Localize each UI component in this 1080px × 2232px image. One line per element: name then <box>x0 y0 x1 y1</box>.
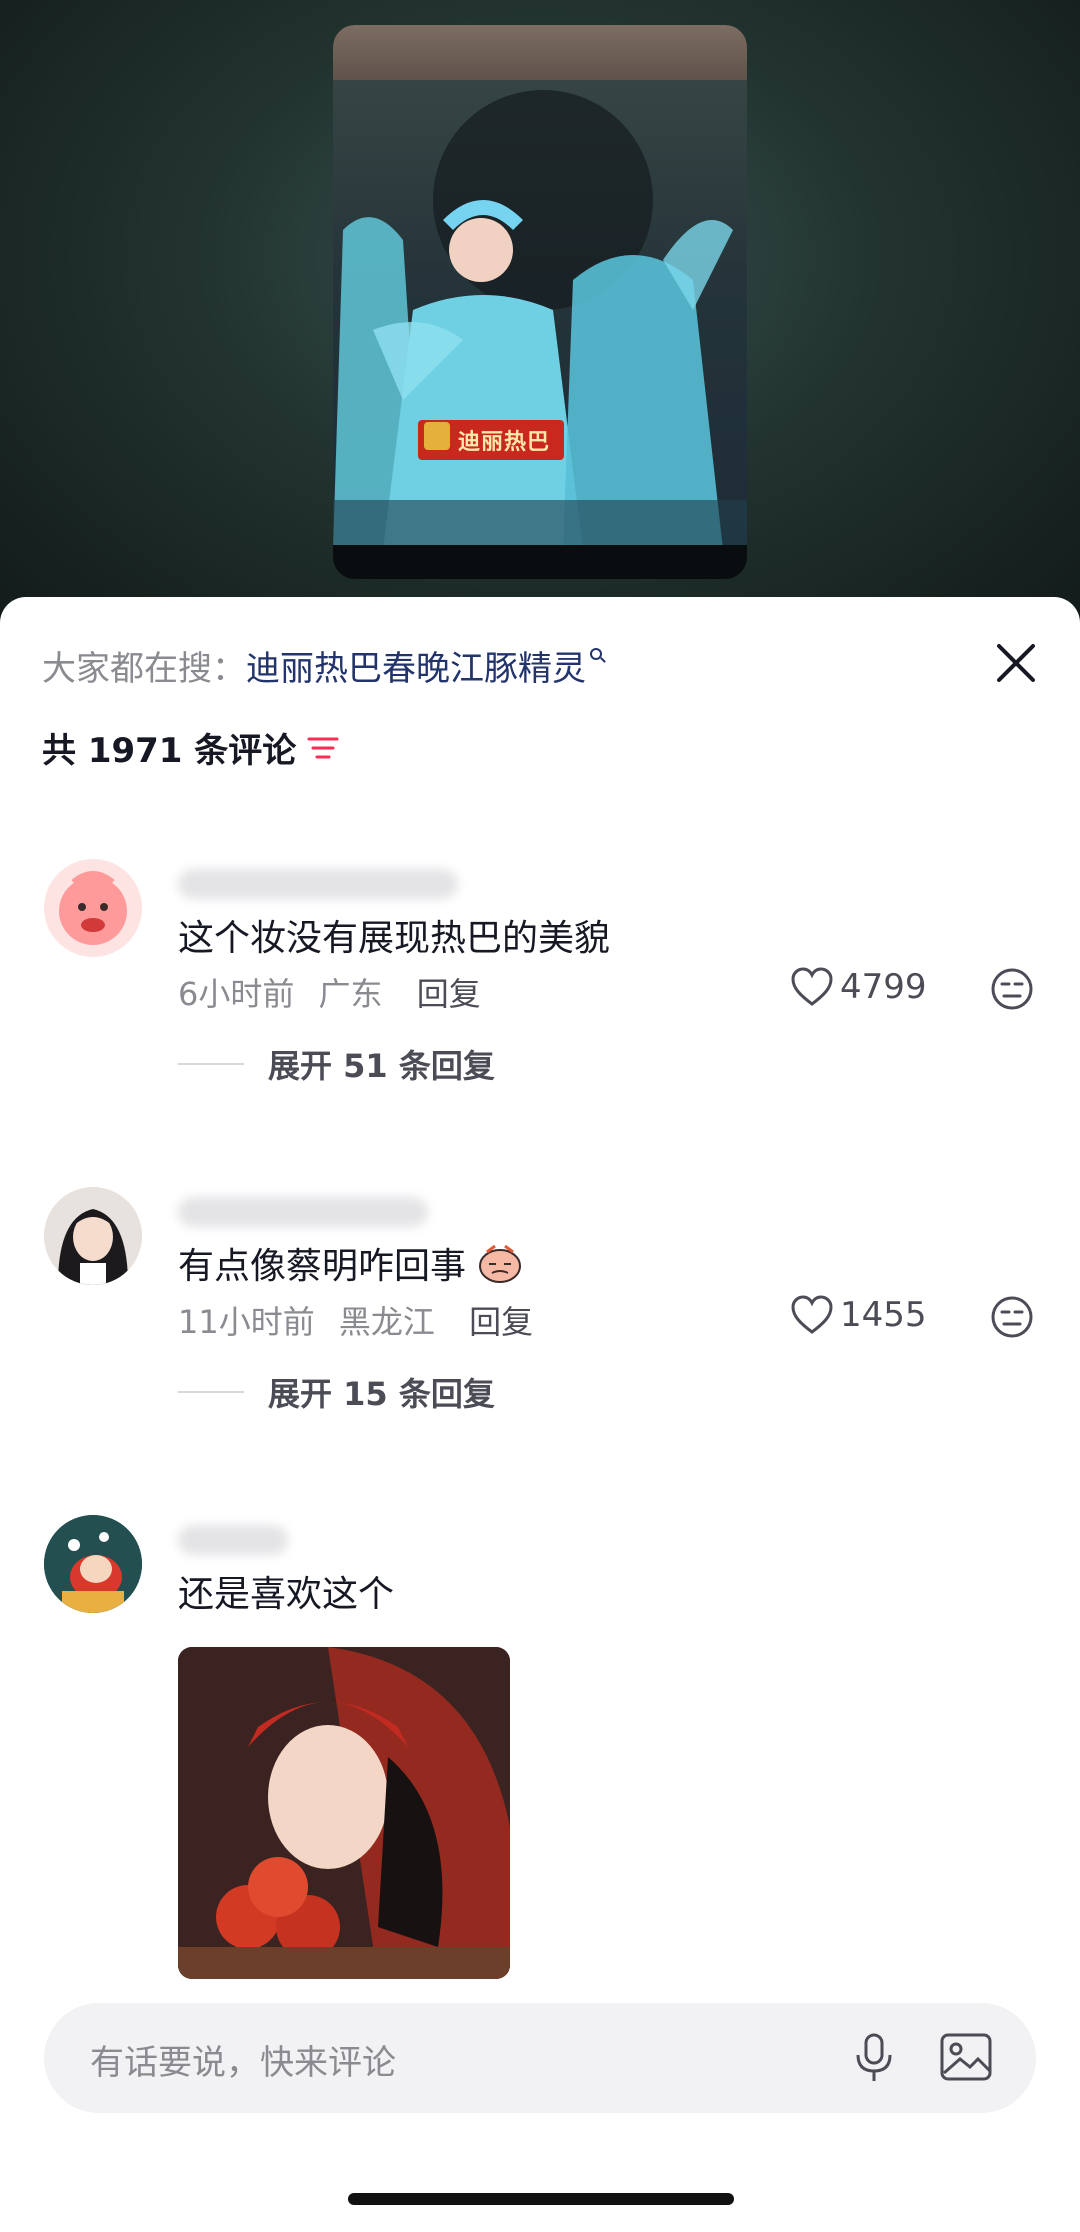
trending-search-term[interactable]: 迪丽热巴春晚江豚精灵 <box>246 641 586 690</box>
video-thumbnail[interactable]: 迪丽热巴 <box>333 25 747 579</box>
comment-text: 有点像蔡明咋回事 <box>178 1246 467 1287</box>
dislike-icon[interactable] <box>990 967 1034 1011</box>
comment-input[interactable]: 有话要说，快来评论 <box>44 2003 1036 2113</box>
avatar[interactable] <box>44 859 142 957</box>
comment-input-placeholder: 有话要说，快来评论 <box>90 2043 396 2083</box>
comment-text: 还是喜欢这个 <box>178 1574 395 1615</box>
video-bottom-band <box>333 545 747 579</box>
comments-panel: 大家都在搜： 迪丽热巴春晚江豚精灵 共 1971 条评论 这个妆没有展现热巴的美… <box>0 597 1080 2232</box>
expand-divider <box>178 1063 244 1065</box>
expand-divider <box>178 1391 244 1393</box>
comment-count-header: 共 1971 条评论 <box>42 723 340 772</box>
comment-time: 6小时前 <box>178 975 295 1013</box>
dislike-icon[interactable] <box>990 1295 1034 1339</box>
avatar[interactable] <box>44 1515 142 1613</box>
image-picker-icon[interactable] <box>936 2027 996 2087</box>
avatar[interactable] <box>44 1187 142 1285</box>
expand-replies-label: 展开 51 条回复 <box>268 1047 495 1085</box>
expand-replies-button[interactable]: 展开 51 条回复 <box>178 1041 495 1087</box>
sort-icon[interactable] <box>306 733 340 763</box>
dancers-illustration <box>333 90 747 572</box>
comment-text-row: 有点像蔡明咋回事 <box>178 1237 523 1289</box>
trending-search[interactable]: 大家都在搜： 迪丽热巴春晚江豚精灵 <box>42 641 602 690</box>
search-icon <box>590 647 602 660</box>
heart-icon <box>791 967 833 1006</box>
avatar-illustration <box>44 1515 142 1613</box>
video-top-band <box>333 25 747 85</box>
home-indicator[interactable] <box>348 2193 734 2205</box>
comment-meta: 11小时前 黑龙江 回复 <box>178 1297 533 1343</box>
like-button[interactable]: 1455 <box>790 1295 927 1335</box>
avatar-illustration <box>44 1187 142 1285</box>
expand-replies-button[interactable]: 展开 15 条回复 <box>178 1369 495 1415</box>
heart-icon <box>791 1295 833 1334</box>
comment-time: 11小时前 <box>178 1303 315 1341</box>
comment-meta: 6小时前 广东 回复 <box>178 969 481 1015</box>
like-count: 1455 <box>840 1295 927 1335</box>
trending-search-prefix: 大家都在搜： <box>42 649 246 689</box>
like-button[interactable]: 4799 <box>790 967 927 1007</box>
comment-text: 这个妆没有展现热巴的美貌 <box>178 918 611 959</box>
comment-image[interactable] <box>178 1647 510 1979</box>
username-redacted[interactable] <box>178 1197 428 1227</box>
emoji-sticker-icon <box>479 1244 522 1283</box>
microphone-icon[interactable] <box>844 2027 904 2087</box>
comment-photo <box>178 1647 510 1979</box>
comment-location: 广东 <box>318 975 383 1013</box>
video-caption-text: 迪丽热巴 <box>458 430 551 455</box>
username-redacted[interactable] <box>178 1525 288 1555</box>
comment-count: 共 1971 条评论 <box>42 731 297 771</box>
like-count: 4799 <box>840 967 927 1007</box>
video-caption: 迪丽热巴 <box>418 420 565 460</box>
username-redacted[interactable] <box>178 869 458 899</box>
caption-logo-mark <box>424 422 450 450</box>
expand-replies-label: 展开 15 条回复 <box>268 1375 495 1413</box>
avatar-illustration <box>59 871 127 945</box>
reply-button[interactable]: 回复 <box>469 1303 533 1341</box>
reply-button[interactable]: 回复 <box>417 975 481 1013</box>
video-stage <box>333 80 747 572</box>
close-icon[interactable] <box>990 637 1042 689</box>
comment-location: 黑龙江 <box>338 1303 435 1341</box>
